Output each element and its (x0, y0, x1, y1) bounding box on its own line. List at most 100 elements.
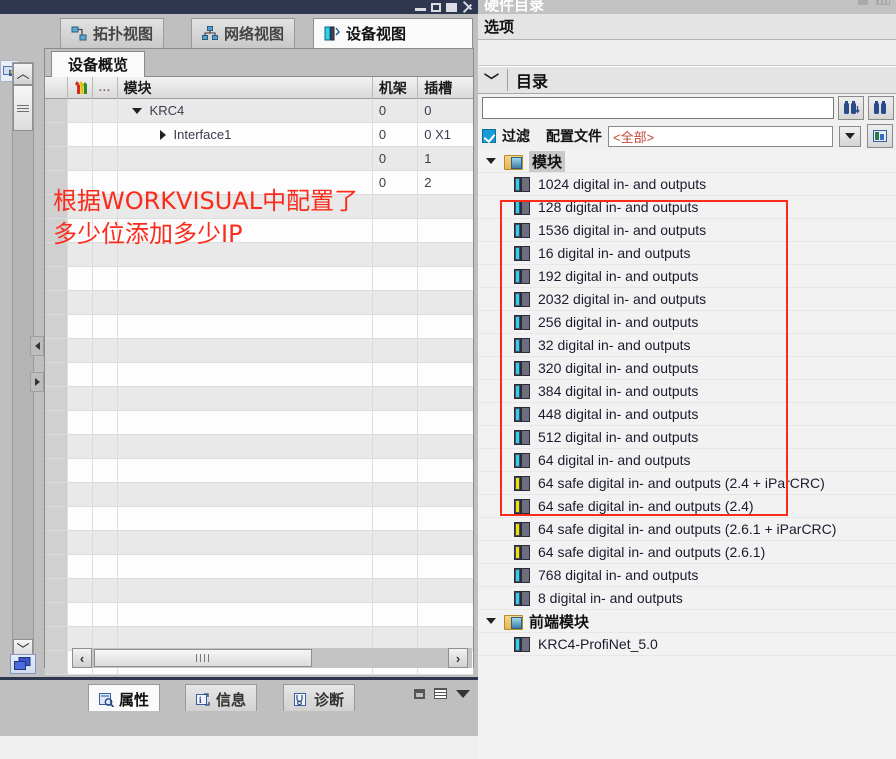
tab-topology-view[interactable]: 拓扑视图 (60, 18, 165, 48)
catalog-view-button[interactable] (867, 124, 893, 148)
chevron-down-icon[interactable]: ﹀ (484, 70, 499, 91)
hscroll-right-button[interactable]: › (448, 648, 468, 668)
chevron-down-icon[interactable] (486, 618, 496, 624)
catalog-item-row[interactable]: 128 digital in- and outputs (478, 196, 896, 219)
catalog-section-header[interactable]: ﹀ 目录 (478, 66, 896, 94)
row-select-cell[interactable] (45, 339, 68, 363)
row-select-cell[interactable] (45, 411, 68, 435)
table-row[interactable] (45, 531, 473, 555)
row-module-cell[interactable] (117, 483, 373, 507)
row-module-cell[interactable] (117, 243, 373, 267)
search-button[interactable] (838, 96, 864, 120)
catalog-item-row[interactable]: 2032 digital in- and outputs (478, 288, 896, 311)
catalog-item-row[interactable]: 64 safe digital in- and outputs (2.4 + i… (478, 472, 896, 495)
row-module-cell[interactable] (117, 291, 373, 315)
profile-select[interactable]: <全部> (608, 125, 833, 147)
row-module-cell[interactable] (117, 219, 373, 243)
row-module-cell[interactable] (117, 363, 373, 387)
row-select-cell[interactable] (45, 123, 68, 147)
table-row[interactable]: Interface1 0 0 X1 (45, 123, 473, 147)
tab-properties[interactable]: 属性 (88, 684, 161, 714)
table-row[interactable]: 02 (45, 171, 473, 195)
pin-icon[interactable] (858, 0, 868, 5)
bottom-panel-controls[interactable] (414, 688, 470, 699)
table-row[interactable] (45, 195, 473, 219)
row-select-cell[interactable] (45, 435, 68, 459)
window-controls[interactable] (415, 0, 474, 14)
catalog-item-row[interactable]: 384 digital in- and outputs (478, 380, 896, 403)
table-row[interactable]: 01 (45, 147, 473, 171)
catalog-item-row[interactable]: 1024 digital in- and outputs (478, 173, 896, 196)
table-row[interactable] (45, 459, 473, 483)
row-module-cell[interactable] (117, 435, 373, 459)
row-module-cell[interactable] (117, 459, 373, 483)
overview-toggle-icon[interactable] (10, 654, 36, 674)
row-module-cell[interactable] (117, 171, 373, 195)
table-row[interactable] (45, 243, 473, 267)
chevron-right-icon[interactable] (159, 129, 166, 140)
hscroll-left-button[interactable]: ‹ (72, 648, 92, 668)
row-module-cell[interactable] (117, 555, 373, 579)
row-select-cell[interactable] (45, 363, 68, 387)
search-input[interactable] (482, 97, 834, 119)
table-row[interactable] (45, 315, 473, 339)
catalog-group-row[interactable]: 模块 (478, 150, 896, 173)
tab-network-view[interactable]: 网络视图 (191, 18, 296, 48)
chevron-down-icon[interactable] (131, 107, 142, 114)
row-module-cell[interactable] (117, 411, 373, 435)
filter-checkbox[interactable] (482, 129, 496, 143)
row-select-cell[interactable] (45, 579, 68, 603)
row-select-cell[interactable] (45, 315, 68, 339)
catalog-item-row[interactable]: 64 safe digital in- and outputs (2.4) (478, 495, 896, 518)
row-select-cell[interactable] (45, 171, 68, 195)
catalog-item-row[interactable]: 256 digital in- and outputs (478, 311, 896, 334)
row-module-cell[interactable] (117, 531, 373, 555)
tab-device-view[interactable]: 设备视图 (313, 18, 473, 48)
book-icon[interactable] (876, 0, 890, 5)
table-row[interactable] (45, 483, 473, 507)
search-next-button[interactable] (868, 96, 894, 120)
chevron-down-icon[interactable] (456, 689, 470, 698)
scroll-up-button[interactable]: ︿ (13, 63, 33, 85)
row-select-cell[interactable] (45, 483, 68, 507)
profile-dropdown-button[interactable] (839, 125, 861, 147)
table-row[interactable] (45, 387, 473, 411)
splitter-collapse-left[interactable] (30, 336, 44, 356)
table-row[interactable] (45, 291, 473, 315)
catalog-item-row[interactable]: 32 digital in- and outputs (478, 334, 896, 357)
row-select-cell[interactable] (45, 291, 68, 315)
catalog-item-row[interactable]: 512 digital in- and outputs (478, 426, 896, 449)
table-row[interactable] (45, 363, 473, 387)
row-module-cell[interactable] (117, 267, 373, 291)
row-select-cell[interactable] (45, 651, 68, 675)
catalog-item-row[interactable]: 320 digital in- and outputs (478, 357, 896, 380)
minimize-icon[interactable] (415, 8, 426, 11)
catalog-item-row[interactable]: 64 safe digital in- and outputs (2.6.1) (478, 541, 896, 564)
row-module-cell[interactable]: KRC4 (117, 99, 373, 123)
list-view-icon[interactable] (434, 688, 447, 699)
catalog-item-row[interactable]: KRC4-ProfiNet_5.0 (478, 633, 896, 656)
row-select-cell[interactable] (45, 603, 68, 627)
row-select-cell[interactable] (45, 243, 68, 267)
table-row[interactable] (45, 435, 473, 459)
row-module-cell[interactable] (117, 315, 373, 339)
row-module-cell[interactable] (117, 339, 373, 363)
row-module-cell[interactable] (117, 507, 373, 531)
scroll-thumb[interactable] (13, 85, 33, 131)
row-select-cell[interactable] (45, 555, 68, 579)
table-row[interactable] (45, 579, 473, 603)
restore-panel-icon[interactable] (414, 688, 425, 699)
tab-info[interactable]: i 信息 (185, 684, 258, 714)
row-select-cell[interactable] (45, 267, 68, 291)
row-module-cell[interactable] (117, 579, 373, 603)
maximize-icon[interactable] (446, 2, 457, 12)
catalog-item-row[interactable]: 8 digital in- and outputs (478, 587, 896, 610)
row-select-cell[interactable] (45, 387, 68, 411)
table-row[interactable] (45, 603, 473, 627)
catalog-item-row[interactable]: 768 digital in- and outputs (478, 564, 896, 587)
row-select-cell[interactable] (45, 195, 68, 219)
hscroll-thumb[interactable] (94, 649, 312, 667)
restore-icon[interactable] (431, 2, 441, 12)
catalog-item-row[interactable]: 192 digital in- and outputs (478, 265, 896, 288)
catalog-item-row[interactable]: 16 digital in- and outputs (478, 242, 896, 265)
